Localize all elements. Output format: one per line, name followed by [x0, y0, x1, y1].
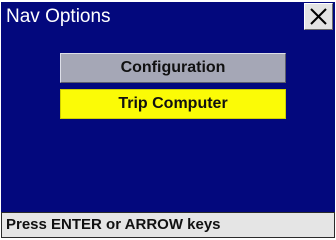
menu-panel: Configuration Trip Computer: [1, 32, 335, 212]
nav-options-screen: Nav Options Configuration Trip Computer …: [0, 0, 336, 240]
close-icon: [310, 8, 327, 25]
trip-computer-button[interactable]: Trip Computer: [60, 89, 286, 119]
status-bar: Press ENTER or ARROW keys: [1, 212, 335, 238]
window-title: Nav Options: [6, 6, 111, 27]
title-bar: Nav Options: [1, 2, 335, 32]
status-text: Press ENTER or ARROW keys: [6, 216, 221, 233]
close-button[interactable]: [304, 3, 333, 30]
configuration-button[interactable]: Configuration: [60, 53, 286, 83]
